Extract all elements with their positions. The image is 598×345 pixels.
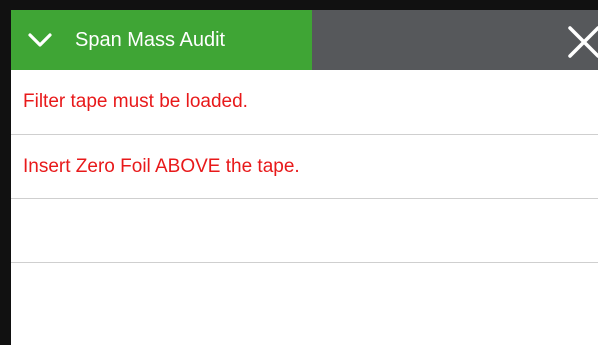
chevron-down-icon[interactable] <box>27 27 53 53</box>
message-text: Insert Zero Foil ABOVE the tape. <box>23 155 300 177</box>
message-row: Insert Zero Foil ABOVE the tape. <box>11 135 598 199</box>
dialog-header: Span Mass Audit <box>11 10 598 70</box>
message-row <box>11 199 598 263</box>
collapse-toggle[interactable]: Span Mass Audit <box>11 10 312 70</box>
message-row: Filter tape must be loaded. <box>11 70 598 135</box>
message-list: Filter tape must be loaded. Insert Zero … <box>11 70 598 263</box>
dialog-title: Span Mass Audit <box>75 29 226 51</box>
close-icon[interactable] <box>564 22 598 62</box>
header-bar <box>312 10 598 70</box>
message-text: Filter tape must be loaded. <box>23 91 248 112</box>
dialog-window: Span Mass Audit Filter tape must be load… <box>0 0 598 345</box>
